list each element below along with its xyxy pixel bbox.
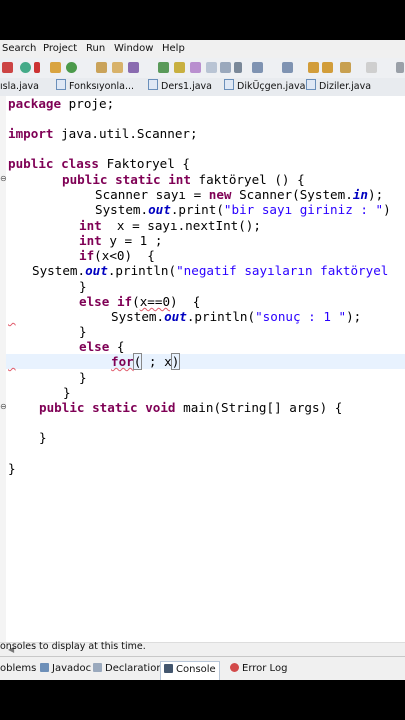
error-underline-for — [8, 354, 108, 369]
code-line-17: } — [79, 370, 87, 385]
show-whitespace-icon[interactable] — [234, 62, 242, 73]
text-caret — [179, 356, 181, 368]
code-line-8: int y = 1 ; — [79, 233, 163, 248]
tab-javadoc[interactable]: Javadoc — [40, 663, 91, 677]
tab-dikucgen[interactable]: DikÜçgen.java — [224, 78, 305, 96]
fold-marker-icon[interactable]: ⊖ — [0, 174, 7, 183]
last-edit-icon[interactable] — [308, 62, 319, 73]
toolbar — [0, 58, 405, 79]
block-select-icon[interactable] — [206, 62, 217, 73]
code-line-9: if(x<0) { — [79, 248, 155, 263]
menu-search[interactable]: Search — [2, 43, 36, 54]
open-folder-icon[interactable] — [112, 62, 123, 73]
code-line-16: for( ; x) — [111, 353, 181, 370]
code-line-4: public static int faktöryel () { — [62, 172, 305, 187]
tab-declaration[interactable]: Declaration — [93, 663, 163, 677]
java-file-icon — [148, 79, 158, 90]
annotation-icon[interactable] — [158, 62, 169, 73]
code-line-19: public static void main(String[] args) { — [39, 400, 343, 415]
menu-help[interactable]: Help — [162, 43, 185, 54]
menu-bar: Search Project Run Window Help — [0, 40, 405, 58]
code-line-12: else if(x==0) { — [79, 294, 201, 309]
history-back-icon[interactable] — [340, 62, 351, 73]
back-icon[interactable] — [322, 62, 333, 73]
code-line-7: int x = sayı.nextInt(); — [79, 218, 261, 233]
declaration-icon — [93, 663, 102, 672]
java-file-icon — [306, 79, 316, 90]
code-line-18: } — [63, 385, 71, 400]
java-file-icon — [56, 79, 66, 90]
tab-console[interactable]: Console — [160, 661, 220, 680]
code-line-14: } — [79, 324, 87, 339]
new-class-icon[interactable] — [66, 62, 77, 73]
code-line-15: else { — [79, 339, 125, 354]
code-line-10: System.out.println("negatif sayıların fa… — [32, 263, 389, 278]
open-type-icon[interactable] — [96, 62, 107, 73]
code-line-2: import java.util.Scanner; — [8, 126, 198, 141]
fold-marker-main-icon[interactable]: ⊖ — [0, 402, 7, 411]
highlight-icon[interactable] — [174, 62, 185, 73]
external-tools-icon[interactable] — [34, 62, 40, 73]
code-editor[interactable]: package proje; import java.util.Scanner;… — [0, 96, 405, 642]
code-line-1: package proje; — [8, 96, 115, 111]
java-file-icon — [224, 79, 234, 90]
tab-isla[interactable]: ısla.java — [0, 78, 39, 96]
code-line-11: } — [79, 279, 87, 294]
tab-fonksiyonlar[interactable]: Fonksıyonla... — [56, 78, 134, 96]
pin-icon[interactable] — [396, 62, 404, 73]
next-annotation-icon[interactable] — [252, 62, 263, 73]
forward-icon[interactable] — [366, 62, 377, 73]
prev-annotation-icon[interactable] — [282, 62, 293, 73]
editor-tab-bar: ısla.java Fonksıyonla... Ders1.java DikÜ… — [0, 78, 405, 97]
code-line-13: System.out.println("sonuç : 1 "); — [111, 309, 362, 324]
tab-problems[interactable]: oblems — [0, 663, 36, 677]
word-wrap-icon[interactable] — [220, 62, 231, 73]
menu-project[interactable]: Project — [43, 43, 77, 54]
stop-icon[interactable] — [2, 62, 13, 73]
menu-window[interactable]: Window — [114, 43, 153, 54]
tab-error-log[interactable]: Error Log — [230, 663, 287, 677]
console-icon — [164, 664, 173, 673]
code-line-5: Scanner sayı = new Scanner(System.in); — [95, 187, 384, 202]
search-icon[interactable] — [128, 62, 139, 73]
bottom-panel-tabs: oblems Javadoc Declaration Console Error… — [0, 656, 405, 680]
error-log-icon — [230, 663, 239, 672]
new-package-icon[interactable] — [50, 62, 61, 73]
code-line-20: } — [39, 430, 47, 445]
code-line-3: public class Faktoryel { — [8, 156, 191, 171]
eclipse-window: Search Project Run Window Help ısla.java… — [0, 40, 405, 680]
menu-run[interactable]: Run — [86, 43, 105, 54]
code-line-21: } — [8, 461, 16, 476]
console-message: onsoles to display at this time. — [0, 641, 146, 652]
mark-occurrences-icon[interactable] — [190, 62, 201, 73]
tab-ders1[interactable]: Ders1.java — [148, 78, 212, 96]
code-line-6: System.out.print("bir sayı giriniz : ") — [95, 202, 391, 217]
tab-diziler[interactable]: Diziler.java — [306, 78, 371, 96]
debug-icon[interactable] — [20, 62, 31, 73]
javadoc-icon — [40, 663, 49, 672]
